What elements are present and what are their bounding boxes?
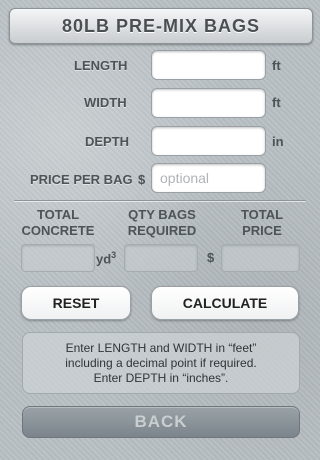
cubic-yards-unit-base: yd xyxy=(96,251,112,267)
total-concrete-header-line1: TOTAL xyxy=(36,207,80,222)
total-concrete-header: TOTAL CONCRETE xyxy=(14,207,102,239)
price-input[interactable] xyxy=(151,163,266,193)
calculate-button[interactable]: CALCULATE xyxy=(151,286,299,320)
price-label: PRICE PER BAG xyxy=(30,172,133,187)
total-price-header: TOTAL PRICE xyxy=(220,207,304,239)
length-unit: ft xyxy=(272,58,281,73)
width-input[interactable] xyxy=(151,88,266,118)
total-price-output xyxy=(221,244,300,272)
divider xyxy=(14,200,306,202)
length-label: LENGTH xyxy=(74,58,128,73)
cubic-yards-unit: yd3 xyxy=(96,250,116,266)
depth-unit: in xyxy=(272,134,284,149)
instructions-line2: including a decimal point if required. xyxy=(65,355,257,370)
instructions-panel: Enter LENGTH and WIDTH in “feet” includi… xyxy=(22,332,300,394)
total-concrete-header-line2: CONCRETE xyxy=(21,223,95,238)
total-price-header-line1: TOTAL xyxy=(240,207,284,222)
length-input[interactable] xyxy=(151,50,266,80)
total-concrete-output xyxy=(21,244,95,272)
reset-button[interactable]: RESET xyxy=(21,286,131,320)
total-price-currency: $ xyxy=(207,250,215,265)
instructions-line1: Enter LENGTH and WIDTH in “feet” xyxy=(65,340,257,355)
total-price-header-line2: PRICE xyxy=(242,223,282,238)
depth-input[interactable] xyxy=(151,126,266,156)
width-label: WIDTH xyxy=(84,95,127,110)
page-title: 80LB PRE-MIX BAGS xyxy=(61,15,261,36)
title-bar: 80LB PRE-MIX BAGS xyxy=(9,8,313,44)
qty-bags-output xyxy=(124,244,198,272)
depth-label: DEPTH xyxy=(85,134,130,149)
qty-bags-header-line2: REQUIRED xyxy=(127,223,197,238)
width-unit: ft xyxy=(272,95,281,110)
back-button[interactable]: BACK xyxy=(22,406,300,438)
qty-bags-header-line1: QTY BAGS xyxy=(128,207,196,222)
cubic-yards-unit-exponent: 3 xyxy=(111,250,117,260)
qty-bags-header: QTY BAGS REQUIRED xyxy=(116,207,208,239)
instructions-line3: Enter DEPTH in “inches”. xyxy=(93,370,229,385)
price-currency: $ xyxy=(138,172,146,187)
